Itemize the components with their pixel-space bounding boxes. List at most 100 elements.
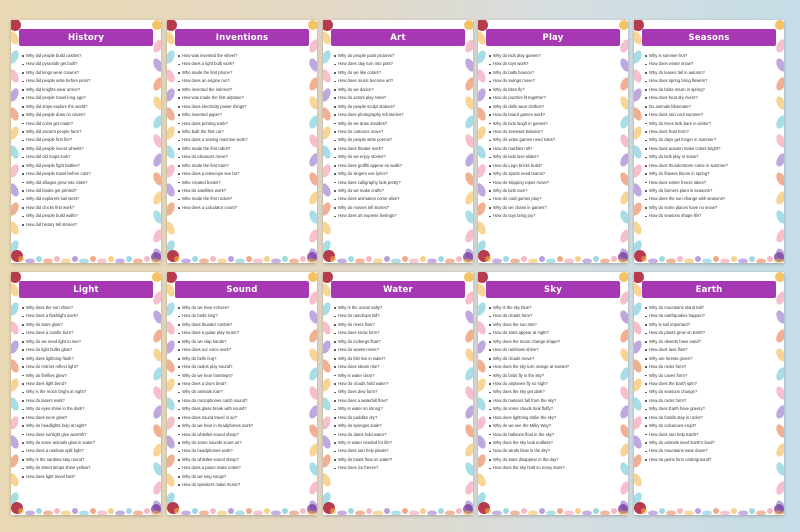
question-item: Why do we dance? xyxy=(333,86,463,94)
question-item: How do clouds hold water? xyxy=(333,380,463,388)
question-item: Why did people draw on caves? xyxy=(21,111,151,119)
question-item: How do swings move? xyxy=(488,77,618,85)
question-item: How do marbles roll? xyxy=(488,145,618,153)
question-item: How does a flashlight work? xyxy=(21,312,151,320)
question-item: How do whistles sound sharp? xyxy=(177,431,307,439)
question-item: Why do some places have no snow? xyxy=(644,204,774,212)
question-list: Why is the ocean salty? How do raindrops … xyxy=(333,304,463,473)
question-item: How does a rainbow split light? xyxy=(21,447,151,455)
question-item: How do balloons float in the sky? xyxy=(488,431,618,439)
question-item: How do puzzles fit together? xyxy=(488,94,618,102)
question-item: Why is water so strong? xyxy=(333,405,463,413)
question-item: How does a candle burn? xyxy=(21,329,151,337)
question-item: Why do trees look bare in winter? xyxy=(644,120,774,128)
question-item: Why do some sounds scare us? xyxy=(177,439,307,447)
question-item: Why do sponges soak? xyxy=(333,422,463,430)
question-item: Why does Earth have gravity? xyxy=(644,405,774,413)
question-item: How does winter freeze lakes? xyxy=(644,179,774,187)
question-item: Why does the sky get dark? xyxy=(488,388,618,396)
question-item: How does ice freeze? xyxy=(333,464,463,472)
question-item: Why do we chase in games? xyxy=(488,204,618,212)
sheet-title: Earth xyxy=(642,281,776,298)
question-item: How does rain cool summer? xyxy=(644,111,774,119)
question-item: How do actors play roles? xyxy=(333,94,463,102)
question-item: Who made the first train? xyxy=(177,162,307,170)
question-item: Why do headlights help at night? xyxy=(21,422,151,430)
question-item: Why do icebergs float? xyxy=(333,338,463,346)
question-item: Why did explorers sail west? xyxy=(21,195,151,203)
question-item: How does rain help Earth? xyxy=(644,431,774,439)
question-item: Why do sports need teams? xyxy=(488,170,618,178)
question-item: How does the sun change with seasons? xyxy=(644,195,774,203)
question-item: Why do kids laugh in games? xyxy=(488,120,618,128)
sheet-art: Art Why do people paint pictures? How doe… xyxy=(323,20,473,263)
question-item: How do satellites work? xyxy=(177,187,307,195)
question-item: Why do we like colors? xyxy=(333,69,463,77)
question-item: Why do we enjoy stories? xyxy=(333,153,463,161)
question-item: How do light bulbs glow? xyxy=(21,346,151,354)
question-item: How does sunlight give warmth? xyxy=(21,431,151,439)
question-item: How do airplanes fly so high? xyxy=(488,380,618,388)
question-item: Why do we see the Milky Way? xyxy=(488,422,618,430)
sheet-title: Sound xyxy=(175,281,309,298)
question-item: How does steam rise? xyxy=(333,363,463,371)
question-item: Why do kids play in snow? xyxy=(644,153,774,161)
sheet-title: Inventions xyxy=(175,29,309,46)
sheet-title: Art xyxy=(331,29,465,46)
question-list: Why is summer hot? How does winter snow? W… xyxy=(644,52,774,221)
question-item: Why do kites fly? xyxy=(488,86,618,94)
question-list: Why do people paint pictures? How does cl… xyxy=(333,52,463,221)
question-item: Why did ancient people farm? xyxy=(21,128,151,136)
question-item: How did pyramids get built? xyxy=(21,60,151,68)
question-item: Why do seasons change? xyxy=(644,388,774,396)
question-item: How does a piano make notes? xyxy=(177,464,307,472)
question-item: How does our voice work? xyxy=(177,346,307,354)
question-item: How do seasons shape life? xyxy=(644,212,774,220)
question-item: How does art express feelings? xyxy=(333,212,463,220)
sheet-inventions: Inventions How was invented the wheel? Ho… xyxy=(167,20,317,263)
sheet-play: Play Why do kids play games? How do toys … xyxy=(478,20,628,263)
question-item: Why are forests green? xyxy=(644,355,774,363)
sheet-title: Light xyxy=(19,281,153,298)
question-item: Why is water clear? xyxy=(333,372,463,380)
question-item: Why do clouds move? xyxy=(488,355,618,363)
question-item: How does heat dry rivers? xyxy=(644,94,774,102)
question-item: How do fossils stay in rocks? xyxy=(644,414,774,422)
question-item: How does thunderstorm come in summer? xyxy=(644,162,774,170)
question-list: Why is the sky blue? How do clouds form? W… xyxy=(488,304,618,473)
question-item: How does winter snow? xyxy=(644,60,774,68)
question-item: Why did people build walls? xyxy=(21,212,151,220)
question-item: How does the sky turn orange at sunset? xyxy=(488,363,618,371)
sheet-water: Water Why is the ocean salty? How do rain… xyxy=(323,272,473,515)
question-item: How do microphones catch sound? xyxy=(177,397,307,405)
question-item: How did history tell stories? xyxy=(21,221,151,229)
question-item: How did people first fire? xyxy=(21,136,151,144)
question-item: How do birds sing? xyxy=(177,312,307,320)
question-item: How was made the first airplane? xyxy=(177,94,307,102)
question-item: Do animals hibernate? xyxy=(644,103,774,111)
question-item: Why do stars disappear in the day? xyxy=(488,456,618,464)
question-item: Why is the sky blue? xyxy=(488,304,618,312)
question-item: Why do fish live in water? xyxy=(333,355,463,363)
sheet-light: Light Why does the sun shine? How does a … xyxy=(11,272,161,515)
question-item: Why does the moon change shape? xyxy=(488,338,618,346)
question-item: Why does the sky look endless? xyxy=(488,439,618,447)
question-item: Who made the first robot? xyxy=(177,145,307,153)
question-item: Why is soil important? xyxy=(644,321,774,329)
question-item: Why does dew form? xyxy=(333,388,463,396)
question-item: How does lightning strike the sky? xyxy=(488,414,618,422)
question-item: How does animation come alive? xyxy=(333,195,463,203)
question-item: Why is summer hot? xyxy=(644,52,774,60)
question-item: How does photography tell stories? xyxy=(333,111,463,119)
question-item: Why do volcanoes erupt? xyxy=(644,422,774,430)
question-item: Who made the first phone? xyxy=(177,69,307,77)
question-item: How does frost form? xyxy=(644,128,774,136)
question-item: Why did ships explore the world? xyxy=(21,103,151,111)
question-item: How do clouds form? xyxy=(488,312,618,320)
question-item: Who invented paper? xyxy=(177,111,307,119)
question-item: Why do kids love slides? xyxy=(488,153,618,161)
question-item: Why did people fight battles? xyxy=(21,162,151,170)
question-list: Why do kids play games? How do toys work?… xyxy=(488,52,618,221)
sheet-sky: Sky Why is the sky blue? How do clouds fo… xyxy=(478,272,628,515)
question-item: Why do whistles sound sharp? xyxy=(177,456,307,464)
